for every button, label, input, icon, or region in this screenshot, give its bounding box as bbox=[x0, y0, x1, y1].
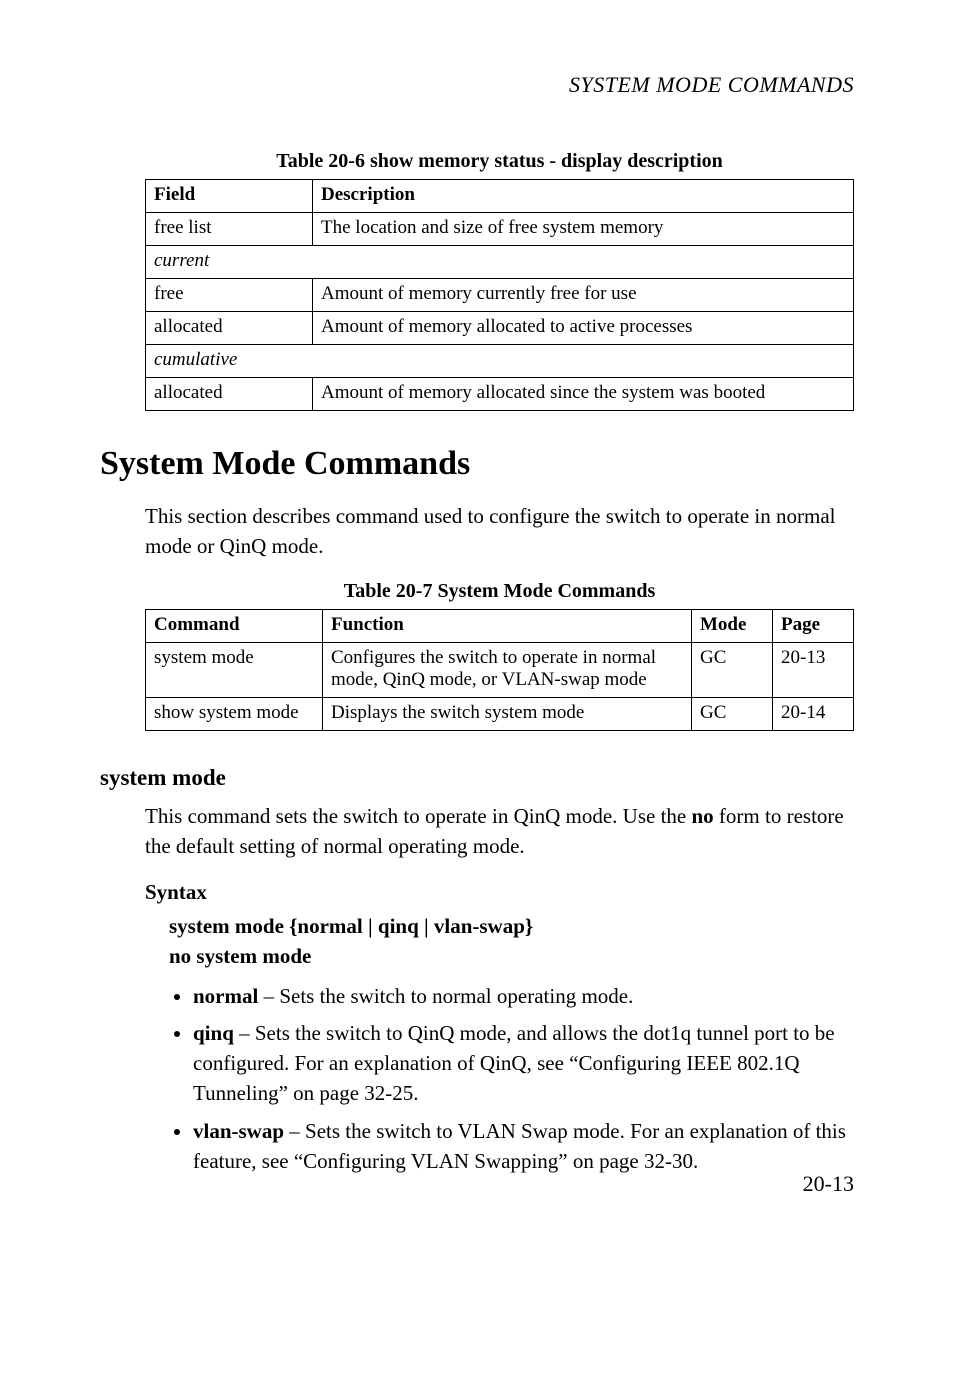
table-show-memory: Field Description free list The location… bbox=[145, 179, 854, 411]
intro-paragraph: This section describes command used to c… bbox=[145, 501, 854, 562]
running-head: SYSTEM MODE COMMANDS bbox=[145, 72, 854, 98]
col-mode: Mode bbox=[692, 609, 773, 642]
command-description: This command sets the switch to operate … bbox=[145, 801, 854, 862]
cell-desc: Amount of memory allocated to active pro… bbox=[313, 312, 854, 345]
cmd-desc-pre: This command sets the switch to operate … bbox=[145, 804, 691, 828]
syntax-options-list: normal – Sets the switch to normal opera… bbox=[169, 982, 854, 1177]
table-row: system mode Configures the switch to ope… bbox=[146, 642, 854, 697]
cell-desc: The location and size of free system mem… bbox=[313, 213, 854, 246]
cell-command: show system mode bbox=[146, 697, 323, 730]
syntax-heading: Syntax bbox=[145, 880, 854, 905]
cell-desc: Amount of memory currently free for use bbox=[313, 279, 854, 312]
syntax-line1: system mode {normal | qinq | vlan-swap} bbox=[169, 911, 854, 941]
opt-normal-text: – Sets the switch to normal operating mo… bbox=[258, 984, 633, 1008]
cell-field: allocated bbox=[146, 378, 313, 411]
cell-page: 20-14 bbox=[773, 697, 854, 730]
list-item: normal – Sets the switch to normal opera… bbox=[193, 982, 854, 1012]
col-command: Command bbox=[146, 609, 323, 642]
list-item: vlan-swap – Sets the switch to VLAN Swap… bbox=[193, 1117, 854, 1177]
cell-page: 20-13 bbox=[773, 642, 854, 697]
opt-qinq-kw: qinq bbox=[193, 1021, 234, 1045]
table2-caption: Table 20-7 System Mode Commands bbox=[145, 580, 854, 603]
cell-mode: GC bbox=[692, 697, 773, 730]
list-item: qinq – Sets the switch to QinQ mode, and… bbox=[193, 1019, 854, 1108]
opt-qinq-text: – Sets the switch to QinQ mode, and allo… bbox=[193, 1021, 835, 1105]
col-page: Page bbox=[773, 609, 854, 642]
syntax-block: system mode {normal | qinq | vlan-swap} … bbox=[169, 911, 854, 972]
cell-section-current: current bbox=[146, 246, 854, 279]
syntax-kw: system mode bbox=[169, 914, 289, 938]
cell-function: Displays the switch system mode bbox=[323, 697, 692, 730]
subhead-system-mode: system mode bbox=[100, 765, 854, 791]
cell-command: system mode bbox=[146, 642, 323, 697]
table-row: free Amount of memory currently free for… bbox=[146, 279, 854, 312]
table-row: free list The location and size of free … bbox=[146, 213, 854, 246]
cell-field: free list bbox=[146, 213, 313, 246]
opt-vlan-swap-text: – Sets the switch to VLAN Swap mode. For… bbox=[193, 1119, 846, 1173]
table-row: current bbox=[146, 246, 854, 279]
table-system-mode-commands: Command Function Mode Page system mode C… bbox=[145, 609, 854, 731]
syntax-opts: {normal | qinq | vlan-swap} bbox=[289, 914, 533, 938]
table-row: Command Function Mode Page bbox=[146, 609, 854, 642]
cell-desc: Amount of memory allocated since the sys… bbox=[313, 378, 854, 411]
table-row: cumulative bbox=[146, 345, 854, 378]
cell-field: allocated bbox=[146, 312, 313, 345]
page-container: SYSTEM MODE COMMANDS Table 20-6 show mem… bbox=[0, 0, 954, 1225]
col-function: Function bbox=[323, 609, 692, 642]
section-title: System Mode Commands bbox=[100, 445, 854, 483]
cmd-desc-no-keyword: no bbox=[691, 804, 713, 828]
table1-caption: Table 20-6 show memory status - display … bbox=[145, 150, 854, 173]
table-row: Field Description bbox=[146, 180, 854, 213]
page-number: 20-13 bbox=[803, 1171, 854, 1197]
table-row: allocated Amount of memory allocated sin… bbox=[146, 378, 854, 411]
opt-normal-kw: normal bbox=[193, 984, 258, 1008]
cell-function: Configures the switch to operate in norm… bbox=[323, 642, 692, 697]
col-field: Field bbox=[146, 180, 313, 213]
table-row: show system mode Displays the switch sys… bbox=[146, 697, 854, 730]
table-row: allocated Amount of memory allocated to … bbox=[146, 312, 854, 345]
cell-mode: GC bbox=[692, 642, 773, 697]
syntax-line2: no system mode bbox=[169, 941, 854, 971]
cell-field: free bbox=[146, 279, 313, 312]
cell-section-cumulative: cumulative bbox=[146, 345, 854, 378]
col-description: Description bbox=[313, 180, 854, 213]
opt-vlan-swap-kw: vlan-swap bbox=[193, 1119, 284, 1143]
